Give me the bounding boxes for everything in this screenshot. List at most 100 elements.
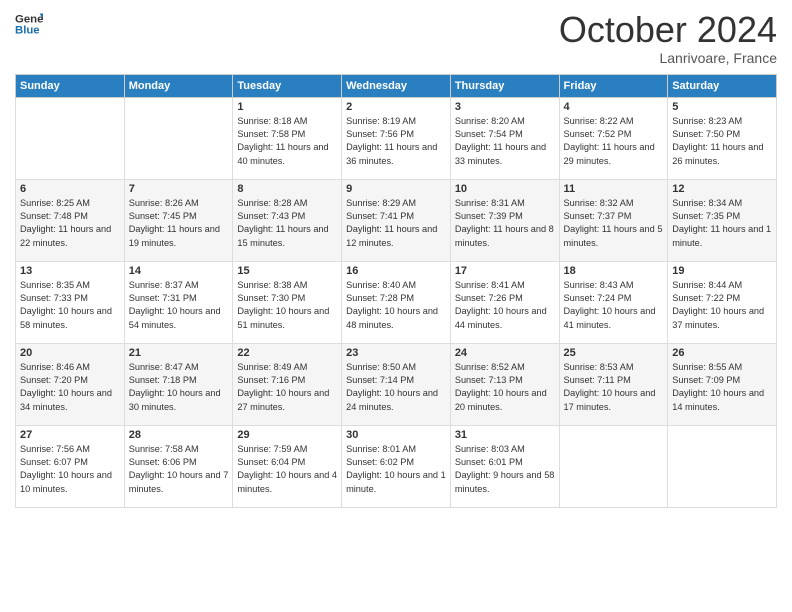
col-saturday: Saturday — [668, 74, 777, 97]
daylight: Daylight: 10 hours and 37 minutes. — [672, 306, 764, 329]
cell-3-0: 20Sunrise: 8:46 AMSunset: 7:20 PMDayligh… — [16, 343, 125, 425]
daylight: Daylight: 10 hours and 34 minutes. — [20, 388, 112, 411]
day-number: 10 — [455, 183, 555, 195]
day-number: 30 — [346, 429, 446, 441]
daylight: Daylight: 11 hours and 36 minutes. — [346, 142, 437, 165]
daylight: Daylight: 10 hours and 27 minutes. — [237, 388, 329, 411]
sunset: Sunset: 7:11 PM — [564, 375, 631, 385]
day-number: 19 — [672, 265, 772, 277]
day-number: 18 — [564, 265, 664, 277]
sunset: Sunset: 7:18 PM — [129, 375, 197, 385]
sunrise: Sunrise: 8:43 AM — [564, 280, 634, 290]
cell-0-5: 4Sunrise: 8:22 AMSunset: 7:52 PMDaylight… — [559, 97, 668, 179]
cell-content: Sunrise: 7:59 AMSunset: 6:04 PMDaylight:… — [237, 443, 337, 496]
cell-content: Sunrise: 8:49 AMSunset: 7:16 PMDaylight:… — [237, 361, 337, 414]
cell-2-4: 17Sunrise: 8:41 AMSunset: 7:26 PMDayligh… — [450, 261, 559, 343]
sunset: Sunset: 6:06 PM — [129, 457, 197, 467]
cell-content: Sunrise: 8:34 AMSunset: 7:35 PMDaylight:… — [672, 197, 772, 250]
day-number: 1 — [237, 101, 337, 113]
cell-3-3: 23 Sunrise: 8:50 AMSunset: 7:14 PMDayligh… — [342, 343, 451, 425]
cell-content: Sunrise: 8:23 AMSunset: 7:50 PMDaylight:… — [672, 115, 772, 168]
sunset: Sunset: 6:01 PM — [455, 457, 523, 467]
sunset: Sunset: 7:31 PM — [129, 293, 197, 303]
day-number: 22 — [237, 347, 337, 359]
day-number: 31 — [455, 429, 555, 441]
cell-content: Sunrise: 8:41 AMSunset: 7:26 PMDaylight:… — [455, 279, 555, 332]
cell-content: Sunrise: 8:22 AMSunset: 7:52 PMDaylight:… — [564, 115, 664, 168]
sunrise: Sunrise: 7:58 AM — [129, 444, 199, 454]
cell-content: Sunrise: 8:52 AMSunset: 7:13 PMDaylight:… — [455, 361, 555, 414]
daylight: Daylight: 10 hours and 20 minutes. — [455, 388, 547, 411]
cell-0-0 — [16, 97, 125, 179]
sunset: Sunset: 7:28 PM — [346, 293, 414, 303]
day-number: 27 — [20, 429, 120, 441]
daylight: Daylight: 10 hours and 48 minutes. — [346, 306, 438, 329]
week-row-3: 20Sunrise: 8:46 AMSunset: 7:20 PMDayligh… — [16, 343, 777, 425]
cell-3-1: 21Sunrise: 8:47 AMSunset: 7:18 PMDayligh… — [124, 343, 233, 425]
sunrise: Sunrise: 8:49 AM — [237, 362, 307, 372]
day-number: 21 — [129, 347, 229, 359]
sunrise: Sunrise: 8:18 AM — [237, 116, 307, 126]
cell-1-2: 8Sunrise: 8:28 AMSunset: 7:43 PMDaylight… — [233, 179, 342, 261]
calendar-page: General Blue October 2024 Lanrivoare, Fr… — [0, 0, 792, 612]
sunrise: Sunrise: 8:35 AM — [20, 280, 90, 290]
sunrise: Sunrise: 8:34 AM — [672, 198, 742, 208]
logo: General Blue — [15, 10, 43, 38]
day-number: 28 — [129, 429, 229, 441]
day-number: 11 — [564, 183, 664, 195]
cell-0-6: 5Sunrise: 8:23 AMSunset: 7:50 PMDaylight… — [668, 97, 777, 179]
cell-content: Sunrise: 8:20 AMSunset: 7:54 PMDaylight:… — [455, 115, 555, 168]
cell-content: Sunrise: 8:31 AMSunset: 7:39 PMDaylight:… — [455, 197, 555, 250]
sunrise: Sunrise: 8:38 AM — [237, 280, 307, 290]
cell-1-0: 6Sunrise: 8:25 AMSunset: 7:48 PMDaylight… — [16, 179, 125, 261]
sunrise: Sunrise: 8:41 AM — [455, 280, 525, 290]
cell-content: Sunrise: 8:29 AMSunset: 7:41 PMDaylight:… — [346, 197, 446, 250]
cell-content: Sunrise: 8:55 AMSunset: 7:09 PMDaylight:… — [672, 361, 772, 414]
cell-content: Sunrise: 7:56 AMSunset: 6:07 PMDaylight:… — [20, 443, 120, 496]
day-number: 8 — [237, 183, 337, 195]
day-number: 2 — [346, 101, 446, 113]
logo-icon: General Blue — [15, 10, 43, 38]
cell-2-1: 14Sunrise: 8:37 AMSunset: 7:31 PMDayligh… — [124, 261, 233, 343]
col-sunday: Sunday — [16, 74, 125, 97]
sunrise: Sunrise: 8:32 AM — [564, 198, 634, 208]
sunrise: Sunrise: 8:26 AM — [129, 198, 199, 208]
cell-0-4: 3Sunrise: 8:20 AMSunset: 7:54 PMDaylight… — [450, 97, 559, 179]
cell-content: Sunrise: 8:25 AMSunset: 7:48 PMDaylight:… — [20, 197, 120, 250]
cell-content: Sunrise: 8:38 AMSunset: 7:30 PMDaylight:… — [237, 279, 337, 332]
sunrise: Sunrise: 8:44 AM — [672, 280, 742, 290]
cell-2-2: 15Sunrise: 8:38 AMSunset: 7:30 PMDayligh… — [233, 261, 342, 343]
sunset: Sunset: 7:50 PM — [672, 129, 740, 139]
daylight: Daylight: 10 hours and 4 minutes. — [237, 470, 337, 493]
daylight: Daylight: 10 hours and 30 minutes. — [129, 388, 221, 411]
day-number: 24 — [455, 347, 555, 359]
day-number: 16 — [346, 265, 446, 277]
sunset: Sunset: 7:26 PM — [455, 293, 523, 303]
sunset: Sunset: 6:02 PM — [346, 457, 414, 467]
svg-text:Blue: Blue — [15, 25, 40, 37]
cell-content: Sunrise: 8:01 AMSunset: 6:02 PMDaylight:… — [346, 443, 446, 496]
cell-4-4: 31Sunrise: 8:03 AMSunset: 6:01 PMDayligh… — [450, 425, 559, 507]
sunrise: Sunrise: 8:03 AM — [455, 444, 525, 454]
sunrise: Sunrise: 8:50 AM — [346, 362, 416, 372]
sunset: Sunset: 7:22 PM — [672, 293, 740, 303]
sunset: Sunset: 7:30 PM — [237, 293, 305, 303]
sunset: Sunset: 7:58 PM — [237, 129, 305, 139]
month-title: October 2024 — [559, 10, 777, 50]
daylight: Daylight: 10 hours and 41 minutes. — [564, 306, 656, 329]
sunrise: Sunrise: 8:19 AM — [346, 116, 416, 126]
cell-1-4: 10 Sunrise: 8:31 AMSunset: 7:39 PMDayligh… — [450, 179, 559, 261]
calendar-table: Sunday Monday Tuesday Wednesday Thursday… — [15, 74, 777, 508]
sunset: Sunset: 6:07 PM — [20, 457, 88, 467]
sunrise: Sunrise: 8:20 AM — [455, 116, 525, 126]
sunset: Sunset: 7:45 PM — [129, 211, 197, 221]
day-number: 17 — [455, 265, 555, 277]
cell-1-5: 11 Sunrise: 8:32 AMSunset: 7:37 PMDayligh… — [559, 179, 668, 261]
sunset: Sunset: 7:54 PM — [455, 129, 523, 139]
cell-content: Sunrise: 8:50 AMSunset: 7:14 PMDaylight:… — [346, 361, 446, 414]
cell-4-3: 30 Sunrise: 8:01 AMSunset: 6:02 PMDayligh… — [342, 425, 451, 507]
day-number: 23 — [346, 347, 446, 359]
sunset: Sunset: 7:39 PM — [455, 211, 523, 221]
day-number: 14 — [129, 265, 229, 277]
cell-content: Sunrise: 8:32 AMSunset: 7:37 PMDaylight:… — [564, 197, 664, 250]
